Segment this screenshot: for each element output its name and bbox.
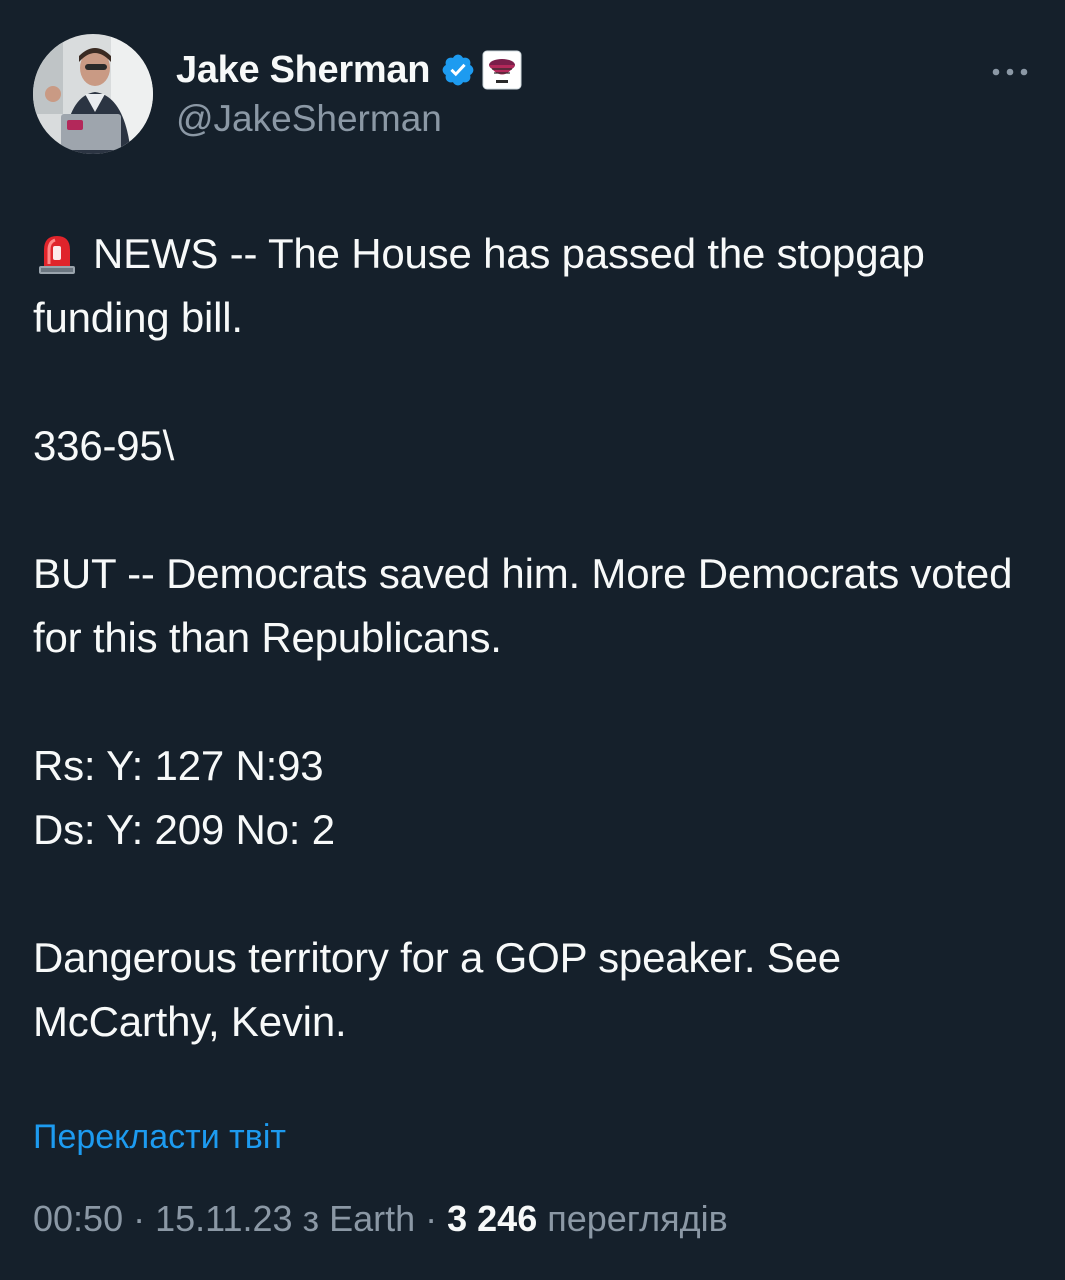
tweet-paragraph: BUT -- Democrats saved him. More Democra… [33,550,1024,661]
tweet-text: NEWS -- The House has passed the stopgap… [33,222,1033,1054]
views-count[interactable]: 3 246 [447,1198,537,1239]
more-dots-icon [992,68,1028,76]
meta-separator: · [123,1198,156,1239]
meta-separator: · [415,1198,448,1239]
tweet-paragraph: NEWS -- The House has passed the stopgap… [33,222,1033,350]
display-name[interactable]: Jake Sherman [176,49,430,92]
translate-tweet-link[interactable]: Перекласти твіт [33,1118,286,1157]
tweet-paragraph: Dangerous territory for a GOP speaker. S… [33,934,853,1045]
tweet-line-rs: Rs: Y: 127 N:93 [33,742,324,789]
tweet-source: з Earth [302,1198,416,1239]
avatar-photo-icon [33,34,153,154]
punchbowl-affiliate-icon[interactable] [482,50,522,90]
tweet-date[interactable]: 15.11.23 [155,1198,292,1239]
name-row: Jake Sherman [176,46,522,94]
tweet-detail: Jake Sherman @JakeSherman NEWS -- The Ho… [0,0,1065,1280]
tweet-line-news: NEWS -- The House has passed the stopgap… [33,230,937,341]
more-options-button[interactable] [988,50,1032,94]
tweet-time[interactable]: 00:50 [33,1198,123,1239]
police-siren-icon [33,228,81,276]
tweet-paragraph: 336-95\ [33,422,175,469]
tweet-header: Jake Sherman @JakeSherman [33,34,1033,156]
tweet-line-ds: Ds: Y: 209 No: 2 [33,806,335,853]
author-handle[interactable]: @JakeSherman [176,98,442,140]
verified-badge-icon[interactable] [440,52,476,88]
views-label[interactable]: переглядів [547,1198,728,1239]
tweet-metadata: 00:50 · 15.11.23 з Earth · 3 246 перегля… [33,1198,728,1240]
avatar[interactable] [33,34,153,154]
